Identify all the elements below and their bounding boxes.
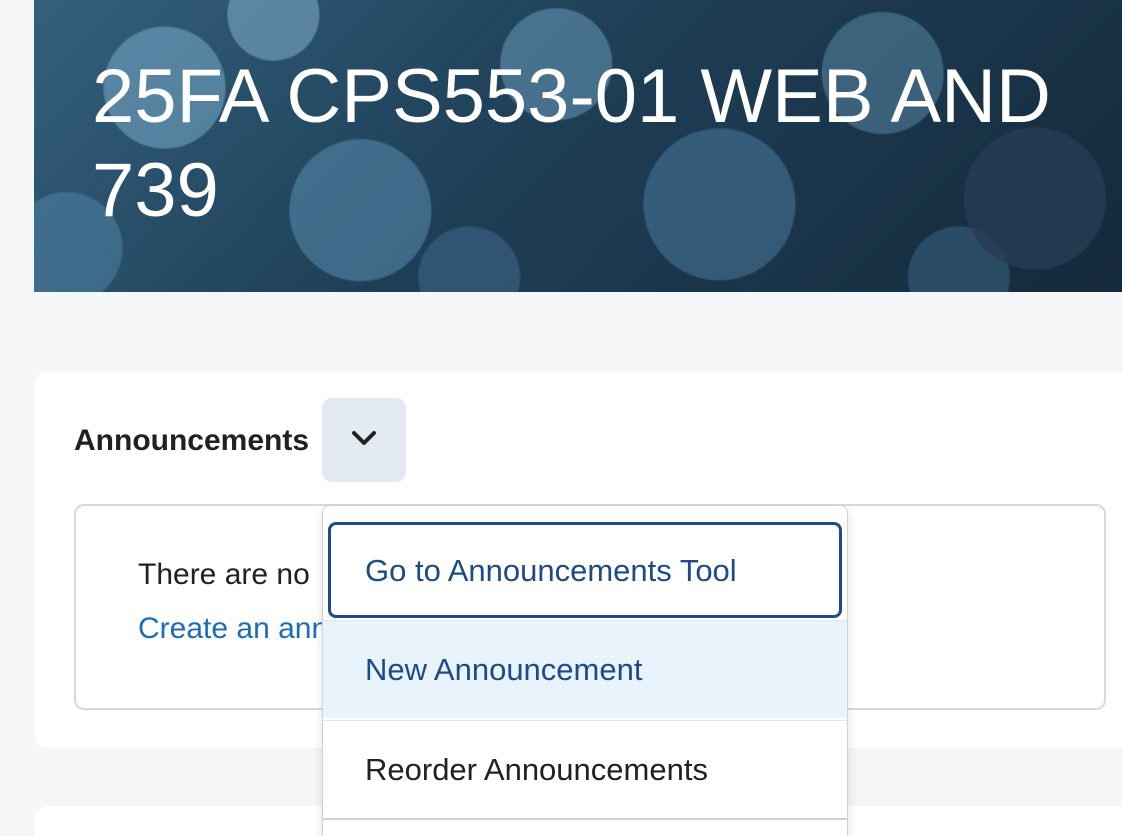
course-title: 25FA CPS553-01 WEB AND 739 [92, 54, 1051, 233]
menu-divider [323, 818, 847, 820]
menu-item-label: Reorder Announcements [365, 751, 708, 787]
menu-item-reorder-announcements[interactable]: Reorder Announcements [323, 720, 847, 818]
course-banner: 25FA CPS553-01 WEB AND 739 [34, 0, 1122, 292]
page: 25FA CPS553-01 WEB AND 739 Announcements… [0, 0, 1122, 836]
menu-item-new-announcement[interactable]: New Announcement [323, 620, 847, 718]
create-announcement-link[interactable]: Create an ann [138, 612, 328, 646]
menu-item-go-to-announcements-tool[interactable]: Go to Announcements Tool [323, 522, 847, 620]
widget-dropdown-menu: Go to Announcements Tool New Announcemen… [322, 505, 848, 836]
menu-item-label: Go to Announcements Tool [365, 553, 737, 588]
widget-menu-toggle-button[interactable] [322, 398, 406, 482]
chevron-down-icon [349, 428, 379, 453]
widget-title: Announcements [74, 424, 310, 457]
menu-item-label: New Announcement [365, 651, 643, 687]
empty-state-message: There are no [138, 558, 310, 591]
